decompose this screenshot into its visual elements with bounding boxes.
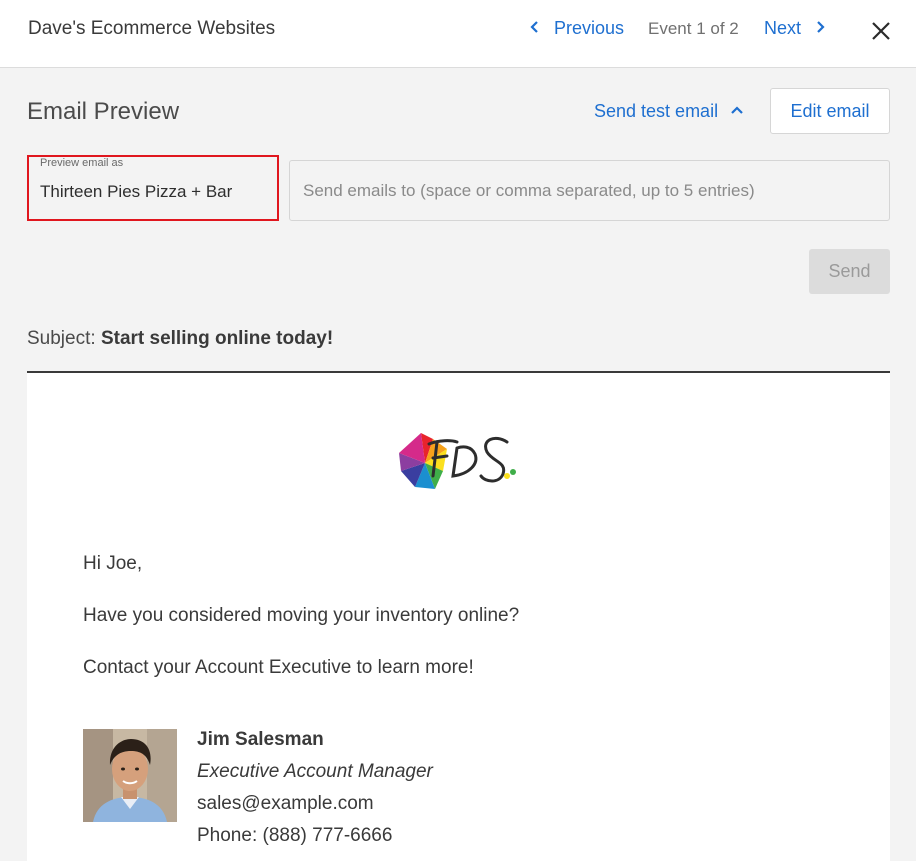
send-test-email-toggle[interactable]: Send test email bbox=[594, 101, 744, 122]
previous-button[interactable]: Previous bbox=[528, 18, 624, 39]
signature-phone: Phone: (888) 777-6666 bbox=[197, 825, 393, 846]
email-greeting: Hi Joe, bbox=[83, 553, 143, 574]
header-bar: Dave's Ecommerce Websites Previous Event… bbox=[0, 0, 916, 68]
preview-as-value: Thirteen Pies Pizza + Bar bbox=[40, 182, 233, 201]
chevron-right-icon bbox=[813, 18, 827, 39]
email-paragraph-2: Contact your Account Executive to learn … bbox=[83, 657, 474, 678]
email-preview-body: Hi Joe, Have you considered moving your … bbox=[27, 371, 890, 861]
subject-value: Start selling online today! bbox=[100, 328, 334, 349]
send-test-label: Send test email bbox=[594, 101, 719, 121]
event-counter: Event 1 of 2 bbox=[648, 19, 739, 38]
recipients-input[interactable] bbox=[289, 160, 890, 221]
email-paragraph-1: Have you considered moving your inventor… bbox=[83, 605, 520, 626]
next-button[interactable]: Next bbox=[764, 18, 827, 39]
signature-name: Jim Salesman bbox=[197, 729, 324, 750]
company-logo bbox=[395, 426, 525, 496]
signature-email: sales@example.com bbox=[197, 793, 374, 814]
send-button[interactable]: Send bbox=[809, 249, 890, 294]
close-button[interactable] bbox=[869, 19, 893, 43]
signature-role: Executive Account Manager bbox=[197, 761, 433, 782]
page-title: Email Preview bbox=[27, 98, 180, 125]
email-subject: Subject: Start selling online today! bbox=[27, 328, 333, 350]
chevron-up-icon bbox=[718, 101, 744, 122]
avatar bbox=[83, 729, 177, 822]
preview-as-select[interactable]: Preview email as Thirteen Pies Pizza + B… bbox=[27, 155, 279, 221]
header-title: Dave's Ecommerce Websites bbox=[28, 18, 276, 39]
preview-as-label: Preview email as bbox=[40, 157, 124, 169]
close-icon bbox=[869, 22, 893, 47]
subject-prefix: Subject: bbox=[27, 328, 96, 349]
edit-email-button[interactable]: Edit email bbox=[770, 88, 890, 134]
previous-label: Previous bbox=[554, 18, 625, 38]
chevron-left-icon bbox=[528, 18, 542, 39]
next-label: Next bbox=[764, 18, 802, 38]
